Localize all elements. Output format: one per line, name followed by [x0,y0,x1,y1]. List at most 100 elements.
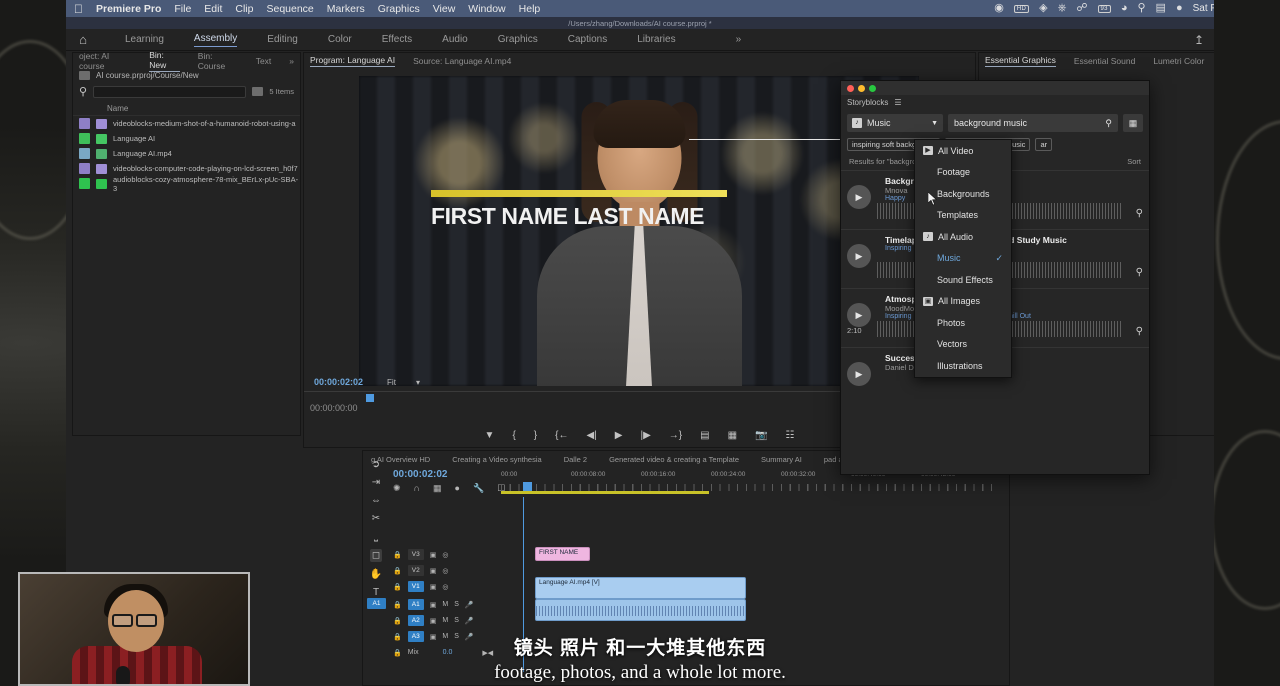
sequence-tab-summary-ai[interactable]: Summary AI [761,455,802,464]
snap-icon[interactable]: ✺ [393,483,401,494]
project-item-row[interactable]: videoblocks-medium-shot-of-a-humanoid-ro… [73,116,300,131]
go-to-out-icon[interactable]: →} [669,430,682,441]
lock-icon[interactable]: 🔒 [393,583,402,591]
lock-icon[interactable]: 🔒 [393,567,402,575]
toggle-track-output-icon[interactable]: ▣ [430,567,437,575]
track-header-v3[interactable]: 🔒 V3 ▣ ◎ [393,547,503,562]
marker-overlay-icon[interactable]: ▦ [433,483,442,494]
track-name-v2[interactable]: V2 [408,565,424,576]
mark-out-icon[interactable]: } [534,430,537,441]
ripple-edit-tool-icon[interactable]: ⇔ [371,495,381,506]
eye-icon[interactable]: ◎ [442,583,448,591]
mute-track-icon[interactable]: M [442,633,448,640]
microphone-icon[interactable]: 🎤 [465,601,474,609]
tab-lumetri-color[interactable]: Lumetri Color [1153,56,1204,66]
workspace-tab-graphics[interactable]: Graphics [498,34,538,45]
track-header-v1[interactable]: 🔒 V1 ▣ ◎ [393,579,503,594]
search-icon[interactable]: ⚲ [1105,118,1112,129]
menu-item-clip[interactable]: Clip [235,3,253,15]
add-marker-icon[interactable]: ● [455,483,460,494]
dropdown-item-photos[interactable]: Photos [915,312,1011,334]
tab-text[interactable]: Text [256,56,272,66]
lock-icon[interactable]: 🔒 [393,617,402,625]
workspace-tab-color[interactable]: Color [328,34,352,45]
type-tool-icon[interactable]: T [373,587,379,598]
preview-icon[interactable]: ⚲ [1136,267,1143,278]
menu-item-graphics[interactable]: Graphics [378,3,420,15]
step-back-icon[interactable]: ◀| [586,430,596,441]
solo-track-icon[interactable]: S [454,617,459,624]
toggle-track-output-icon[interactable]: ▣ [430,617,437,625]
colorwheel-icon[interactable]: ◈ [1039,3,1047,14]
tab-program-language-ai[interactable]: Program: Language AI [310,55,395,67]
dropdown-item-all-images[interactable]: ▣ All Images [915,291,1011,313]
tab-bin-new[interactable]: Bin: New [149,50,180,72]
menu-item-sequence[interactable]: Sequence [266,3,313,15]
track-name-v1[interactable]: V1 [408,581,424,592]
mix-value[interactable]: 0.0 [443,649,453,656]
dropdown-item-templates[interactable]: Templates [915,205,1011,227]
toggle-track-output-icon[interactable]: ▣ [430,633,437,641]
marker-icon[interactable]: ▼ [485,430,495,441]
solo-track-icon[interactable]: S [454,601,459,608]
timeline-settings-icon[interactable]: 🔧 [473,483,484,494]
track-name-v3[interactable]: V3 [408,549,424,560]
search-icon[interactable]: ⚲ [1137,3,1145,14]
mute-track-icon[interactable]: M [442,617,448,624]
dropdown-item-footage[interactable]: Footage [915,162,1011,184]
controlcenter-icon[interactable]: ▤ [1156,3,1166,14]
tab-bin-course[interactable]: Bin: Course [198,51,238,71]
menu-item-window[interactable]: Window [468,3,505,15]
play-icon[interactable]: ▶ [615,430,623,441]
maximize-window-button[interactable] [869,85,876,92]
grid-view-icon[interactable]: ▦ [1123,114,1143,132]
project-item-row[interactable]: Language AI [73,131,300,146]
tab-source-language-ai[interactable]: Source: Language AI.mp4 [413,56,511,66]
microphone-icon[interactable]: 🎤 [465,633,474,641]
workspace-tab-effects[interactable]: Effects [382,34,412,45]
eye-icon[interactable]: ◎ [442,551,448,559]
step-forward-icon[interactable]: |▶ [640,430,650,441]
button-editor-icon[interactable]: ☷ [785,430,794,441]
dropdown-item-all-audio[interactable]: ♪ All Audio [915,226,1011,248]
pen-tool-icon[interactable]: ◻ [370,549,382,562]
menu-item-help[interactable]: Help [519,3,541,15]
wifi-icon[interactable]: ◕ [1121,3,1128,14]
tab-project-ai-course[interactable]: oject: AI course [79,51,131,71]
filter-bin-icon[interactable] [252,87,263,96]
work-area-bar[interactable] [501,491,709,494]
track-name-a1[interactable]: A1 [408,599,424,610]
razor-tool-icon[interactable]: ✂ [372,513,380,524]
menu-app-name[interactable]: Premiere Pro [96,3,161,15]
linked-selection-icon[interactable]: ∩ [414,483,420,494]
microphone-icon[interactable]: 🎤 [465,617,474,625]
track-header-a2[interactable]: 🔒 A2 ▣ M S 🎤 [393,613,503,628]
mute-track-icon[interactable]: M [442,601,448,608]
solo-track-icon[interactable]: S [454,633,459,640]
dropdown-item-sound-effects[interactable]: Sound Effects [915,269,1011,291]
dropdown-item-illustrations[interactable]: Illustrations [915,355,1011,377]
lock-icon[interactable]: 🔒 [393,633,402,641]
suggestion-chip[interactable]: ar [1035,138,1052,151]
slip-tool-icon[interactable]: ⎵ [374,531,378,542]
dropdown-item-all-video[interactable]: ▶ All Video [915,140,1011,162]
workspace-tab-audio[interactable]: Audio [442,34,468,45]
timeline-clip-graphic[interactable]: FIRST NAME [535,547,590,561]
export-frame-icon[interactable]: 📷 [755,430,767,441]
lift-icon[interactable]: ▤ [700,430,709,441]
search-icon[interactable]: ⚲ [79,85,87,98]
timeline-playhead-handle[interactable] [523,482,532,491]
program-timecode[interactable]: 00:00:02:02 [314,377,363,387]
lock-icon[interactable]: 🔒 [393,551,402,559]
workspace-tab-learning[interactable]: Learning [125,34,164,45]
workspace-tab-libraries[interactable]: Libraries [637,34,675,45]
workspace-tab-captions[interactable]: Captions [568,34,607,45]
close-window-button[interactable] [847,85,854,92]
storyblocks-search-input[interactable]: background music ⚲ [948,114,1118,132]
go-to-in-icon[interactable]: {← [555,430,568,441]
apple-menu-icon[interactable]:  [74,2,83,16]
track-header-mix[interactable]: 🔒 Mix 0.0 ▶◀ [393,645,503,660]
bluetooth-icon[interactable]: ☍ [1076,3,1087,14]
play-icon[interactable]: ▶ [847,303,871,327]
program-fit-selector[interactable]: Fit ▾ [387,378,420,387]
